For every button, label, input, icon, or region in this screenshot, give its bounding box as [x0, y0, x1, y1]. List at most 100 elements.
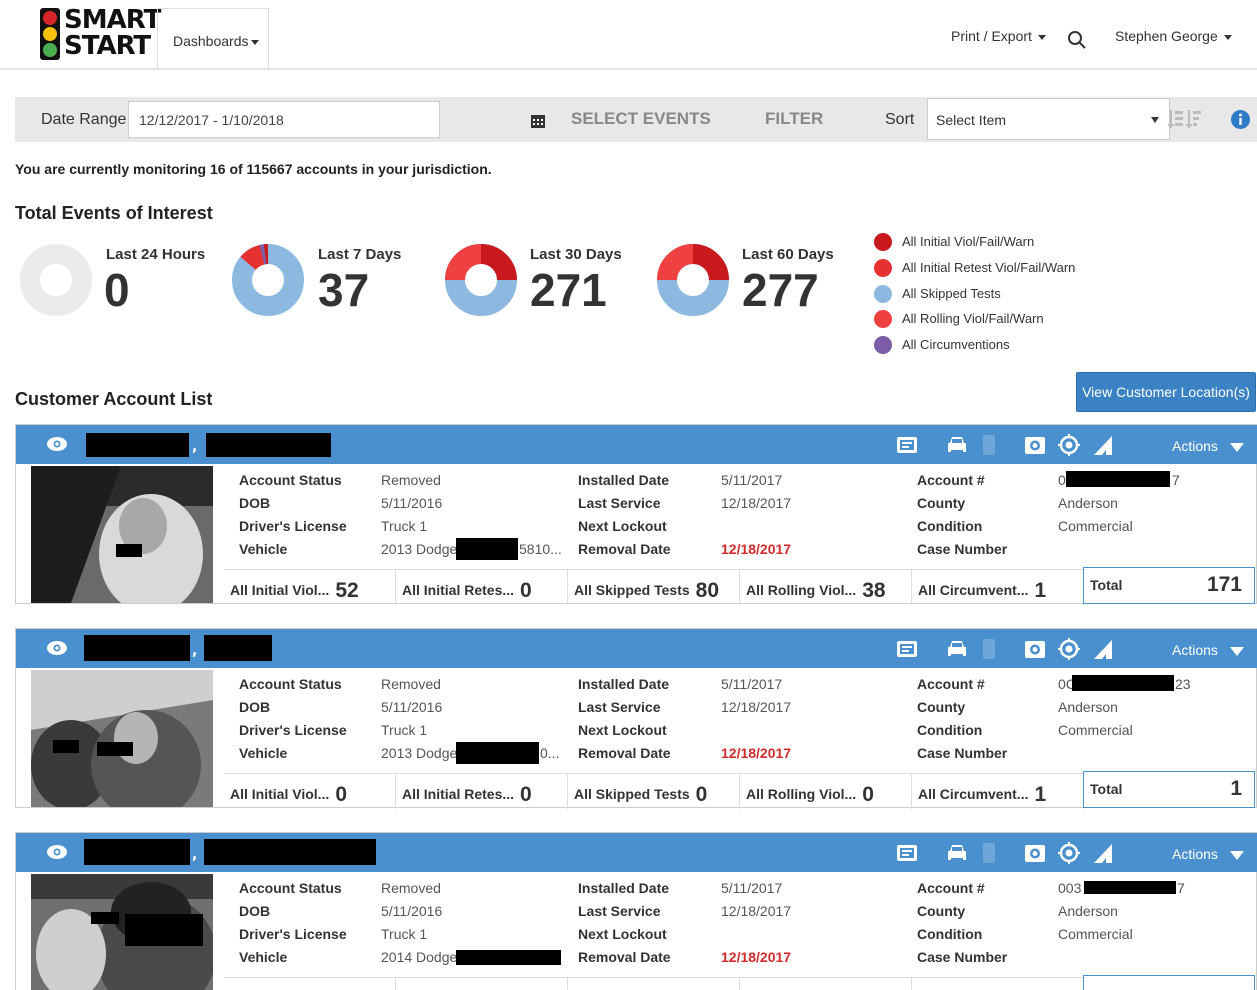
- account-card-header: , Actions: [16, 425, 1257, 464]
- date-range-input[interactable]: 12/12/2017 - 1/10/2018: [128, 101, 545, 138]
- sort-select[interactable]: Select Item: [927, 98, 1170, 140]
- camera-icon[interactable]: [1024, 638, 1046, 660]
- signal-icon[interactable]: [1092, 434, 1114, 456]
- chevron-down-icon: [1229, 646, 1244, 656]
- calendar-icon[interactable]: [531, 114, 545, 128]
- count-initial-retest[interactable]: All Initial Retes... 0: [396, 774, 568, 809]
- legend-label: All Rolling Viol/Fail/Warn: [902, 311, 1044, 327]
- smart-start-logo[interactable]: SMART START: [40, 7, 161, 62]
- drivers-license-value: Truck 1: [381, 518, 428, 534]
- count-value: 1: [1034, 783, 1047, 806]
- phone-icon[interactable]: [978, 434, 1000, 456]
- driver-photo[interactable]: [31, 874, 213, 990]
- signal-icon[interactable]: [1092, 638, 1114, 660]
- redacted-first-name: [204, 635, 272, 661]
- installed-date-value: 5/11/2017: [721, 880, 783, 896]
- drivers-license-value: Truck 1: [381, 722, 428, 738]
- count-circumventions[interactable]: All Circumvent... 1: [912, 570, 1084, 605]
- total-value: 171: [1206, 573, 1242, 596]
- search-icon[interactable]: [1067, 30, 1087, 50]
- label-next-lockout: Next Lockout: [578, 926, 667, 942]
- label-condition: Condition: [917, 722, 983, 738]
- county-value: Anderson: [1058, 699, 1118, 715]
- camera-icon[interactable]: [1024, 434, 1046, 456]
- driver-photo[interactable]: [31, 466, 213, 603]
- account-number-prefix: 003: [1058, 880, 1082, 896]
- total-label: Total: [1090, 577, 1123, 593]
- dashboards-menu[interactable]: Dashboards: [157, 8, 269, 70]
- car-icon[interactable]: [946, 434, 968, 456]
- info-icon[interactable]: [1231, 110, 1250, 129]
- count-circumventions[interactable]: [912, 978, 1084, 990]
- count-initial-retest[interactable]: [396, 978, 568, 990]
- dashboards-label: Dashboards: [173, 33, 249, 49]
- eye-icon[interactable]: [46, 435, 68, 453]
- label-case-number: Case Number: [917, 949, 1008, 965]
- camera-icon[interactable]: [1024, 842, 1046, 864]
- label-installed-date: Installed Date: [578, 472, 670, 488]
- id-card-icon[interactable]: [896, 842, 918, 864]
- actions-label: Actions: [1172, 642, 1218, 658]
- removal-date-value: 12/18/2017: [721, 541, 792, 557]
- donut-last-7-days[interactable]: [232, 241, 304, 319]
- print-export-menu[interactable]: Print / Export: [951, 28, 1046, 44]
- donut-last-24-hours[interactable]: [20, 241, 92, 319]
- count-rolling-viol[interactable]: [740, 978, 912, 990]
- summary-label: Last 7 Days: [318, 246, 402, 263]
- summary-value: 37: [318, 264, 370, 316]
- count-total[interactable]: Total 171: [1083, 567, 1255, 604]
- actions-menu[interactable]: Actions: [1172, 642, 1244, 658]
- eye-icon[interactable]: [46, 843, 68, 861]
- redacted-last-name: [84, 839, 190, 865]
- count-initial-retest[interactable]: All Initial Retes... 0: [396, 570, 568, 605]
- count-total[interactable]: Total 1: [1083, 771, 1255, 808]
- donut-last-30-days[interactable]: [445, 241, 517, 319]
- county-value: Anderson: [1058, 903, 1118, 919]
- event-counts-row: All Initial Viol... 0 All Initial Retes..…: [224, 771, 1257, 809]
- user-menu[interactable]: Stephen George: [1115, 28, 1232, 44]
- count-skipped-tests[interactable]: All Skipped Tests 0: [568, 774, 740, 809]
- count-initial-viol[interactable]: All Initial Viol... 52: [224, 570, 396, 605]
- count-total[interactable]: [1083, 975, 1255, 990]
- phone-icon[interactable]: [978, 638, 1000, 660]
- date-range-label: Date Range: [41, 111, 127, 128]
- legend-label: All Initial Retest Viol/Fail/Warn: [902, 259, 1076, 275]
- count-label: All Initial Viol...: [230, 786, 330, 802]
- label-condition: Condition: [917, 926, 983, 942]
- actions-menu[interactable]: Actions: [1172, 846, 1244, 862]
- count-rolling-viol[interactable]: All Rolling Viol... 38: [740, 570, 912, 605]
- filter-button[interactable]: FILTER: [765, 109, 823, 129]
- sort-order-icon[interactable]: [1168, 108, 1202, 130]
- phone-icon[interactable]: [978, 842, 1000, 864]
- id-card-icon[interactable]: [896, 638, 918, 660]
- dob-value: 5/11/2016: [381, 495, 443, 511]
- label-condition: Condition: [917, 518, 983, 534]
- count-label: All Initial Retes...: [402, 582, 515, 598]
- count-skipped-tests[interactable]: [568, 978, 740, 990]
- signal-icon[interactable]: [1092, 842, 1114, 864]
- select-events-button[interactable]: SELECT EVENTS: [571, 109, 711, 129]
- car-icon[interactable]: [946, 638, 968, 660]
- actions-menu[interactable]: Actions: [1172, 438, 1244, 454]
- legend-color-swatch: [874, 336, 892, 355]
- count-skipped-tests[interactable]: All Skipped Tests 80: [568, 570, 740, 605]
- car-icon[interactable]: [946, 842, 968, 864]
- vehicle-value: 2013 Dodge: [381, 541, 458, 557]
- view-customer-locations-button[interactable]: View Customer Location(s): [1076, 372, 1256, 412]
- gps-target-icon[interactable]: [1058, 434, 1080, 456]
- eye-icon[interactable]: [46, 639, 68, 657]
- id-card-icon[interactable]: [896, 434, 918, 456]
- gps-target-icon[interactable]: [1058, 638, 1080, 660]
- count-rolling-viol[interactable]: All Rolling Viol... 0: [740, 774, 912, 809]
- count-circumventions[interactable]: All Circumvent... 1: [912, 774, 1084, 809]
- donut-last-60-days[interactable]: [657, 241, 729, 319]
- gps-target-icon[interactable]: [1058, 842, 1080, 864]
- count-initial-viol[interactable]: [224, 978, 396, 990]
- legend-color-swatch: [874, 310, 892, 329]
- count-initial-viol[interactable]: All Initial Viol... 0: [224, 774, 396, 809]
- count-label: All Initial Viol...: [230, 582, 330, 598]
- label-next-lockout: Next Lockout: [578, 722, 667, 738]
- driver-photo[interactable]: [31, 670, 213, 807]
- label-removal-date: Removal Date: [578, 745, 671, 761]
- label-account-number: Account #: [917, 472, 985, 488]
